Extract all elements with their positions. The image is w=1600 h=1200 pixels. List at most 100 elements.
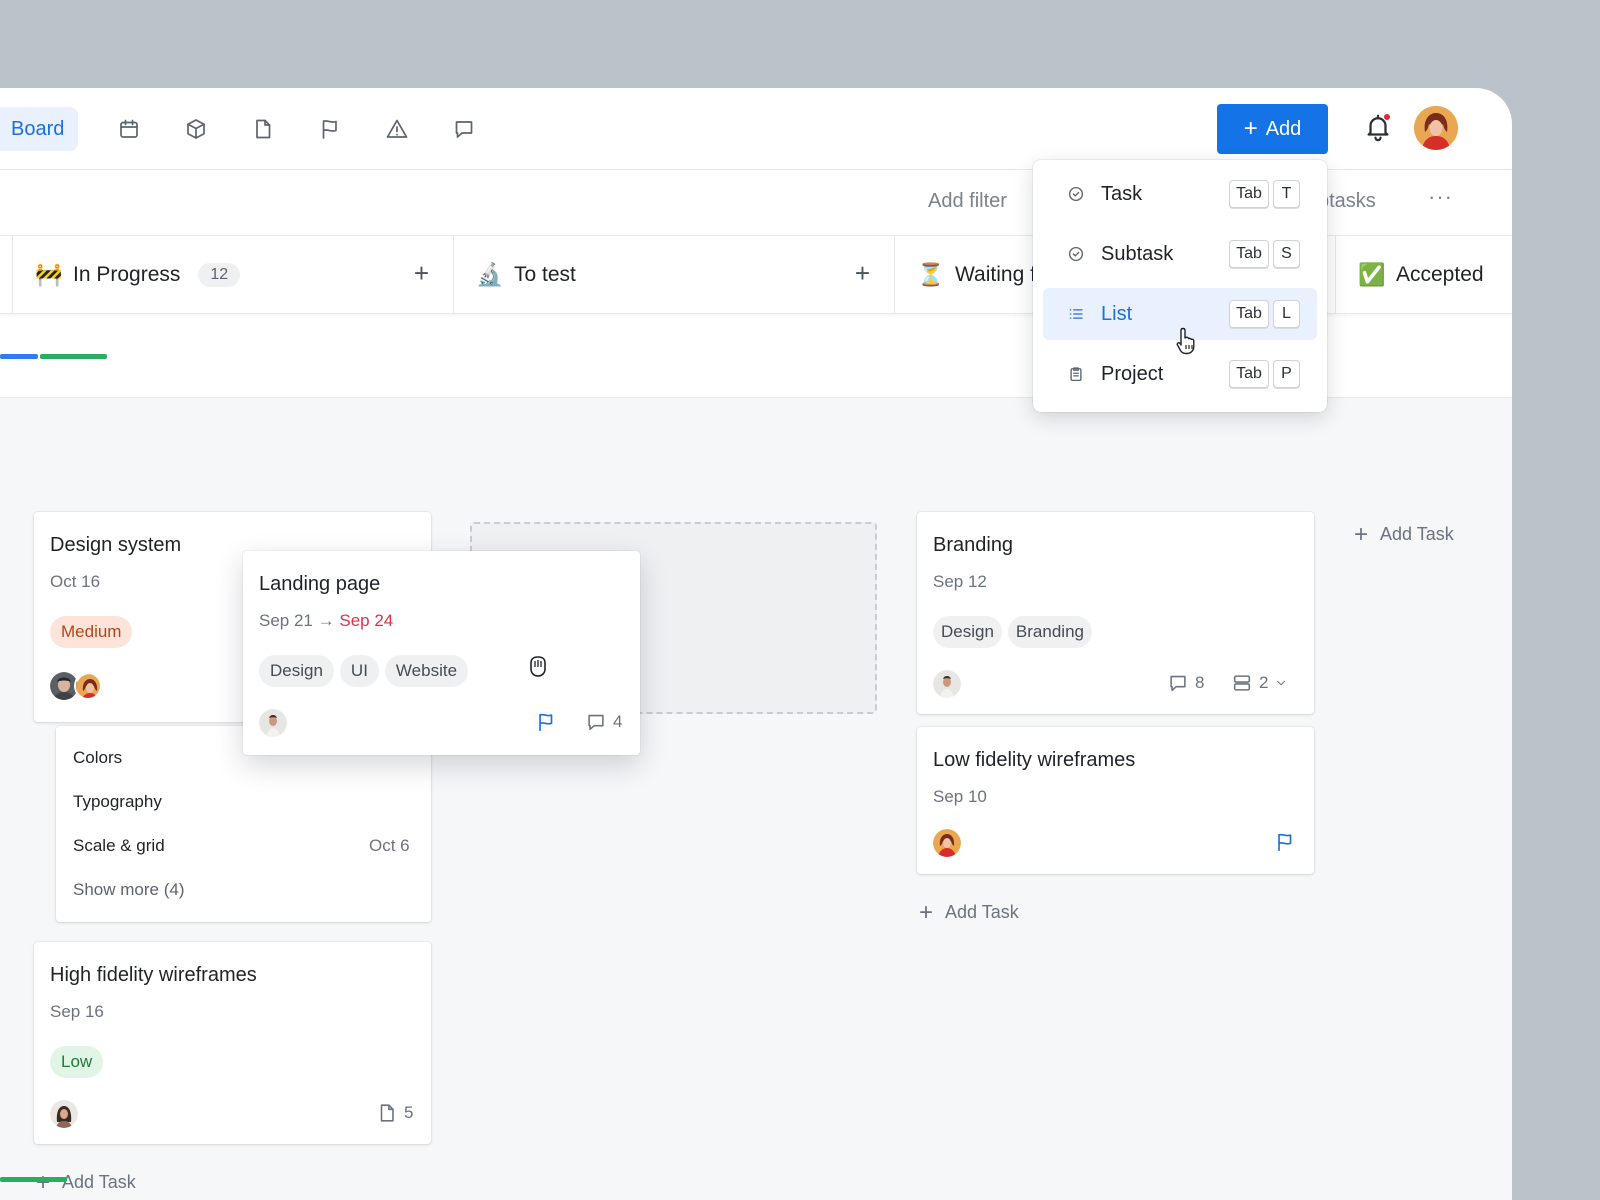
add-task-button-waiting[interactable]: + Add Task [919,898,1019,926]
flag-icon[interactable] [315,114,345,144]
add-task-label: Add Task [1380,524,1454,544]
hourglass-icon: ⏳ [917,262,945,287]
tag[interactable]: Branding [1007,616,1092,648]
task-card-landing-page-dragging[interactable]: Landing page Sep 21 → Sep 24 Design UI Web… [243,551,640,755]
menu-item-subtask[interactable]: Subtask Tab S [1043,228,1317,280]
shortcut-key: S [1273,240,1300,268]
arrow-right-icon: → [317,611,335,630]
comments-count[interactable]: 4 [585,711,622,733]
task-card-branding[interactable]: Branding Sep 12 Design Branding 8 2 [917,512,1314,714]
avatar[interactable] [933,829,961,857]
subtask-item[interactable]: Scale & grid [73,836,165,856]
calendar-icon[interactable] [114,114,144,144]
shortcut-key: T [1273,180,1300,208]
add-to-column-button[interactable]: + [414,260,429,286]
task-card-low-fidelity[interactable]: Low fidelity wireframes Sep 10 [917,727,1314,874]
more-options-icon[interactable]: ··· [1428,184,1453,210]
subtask-list: Colors Typography Scale & grid Oct 6 Sho… [56,726,431,922]
comment-icon [588,714,604,731]
column-header-to-test[interactable]: 🔬 To test + [453,236,894,314]
progress-bar-done [0,1177,67,1182]
comments-count[interactable]: 8 [1167,672,1204,694]
task-card-high-fidelity[interactable]: High fidelity wireframes Sep 16 Low 5 [34,942,431,1144]
avatar[interactable] [933,670,961,698]
subtask-item[interactable]: Typography [73,792,162,812]
card-date-range: Sep 21 → Sep 24 [259,611,393,631]
card-tags: Design UI Website [259,655,474,687]
avatar[interactable] [74,672,102,700]
subtask-item[interactable]: Colors [73,748,122,768]
chevron-down-icon [1277,680,1286,686]
box-icon[interactable] [181,114,211,144]
column-title: In Progress [73,263,181,286]
tag[interactable]: Website [384,655,469,687]
flag-icon[interactable] [535,711,557,738]
shortcut-key: Tab [1229,180,1269,208]
menu-item-project[interactable]: Project Tab P [1043,348,1317,400]
user-avatar[interactable] [1414,106,1458,150]
comment-icon[interactable] [449,114,479,144]
column-title: Accepted [1396,263,1484,286]
card-title: High fidelity wireframes [50,964,257,986]
tag[interactable]: Design [933,616,1002,648]
tag[interactable]: Design [259,655,334,687]
tag[interactable]: UI [339,655,379,687]
list-icon [1066,304,1086,324]
add-filter-button[interactable]: Add filter [928,190,1007,213]
grab-cursor-icon [530,656,546,677]
shortcut-key: Tab [1229,360,1269,388]
card-title: Branding [933,534,1014,556]
card-title: Low fidelity wireframes [933,749,1136,771]
add-task-label: Add Task [945,902,1019,922]
card-tags: Medium [50,616,138,648]
shortcut-key: L [1273,300,1300,328]
notification-badge [1383,113,1391,121]
attachments-count[interactable]: 5 [376,1102,413,1124]
plus-icon: + [1354,520,1369,548]
notifications-bell-icon[interactable] [1363,112,1393,144]
check-circle-icon [1066,184,1086,204]
view-tab-board-label: Board [11,117,65,140]
column-header-in-progress[interactable]: 🚧 In Progress 12 + [12,236,453,314]
add-button[interactable]: + Add [1217,104,1328,154]
attachments-count-value: 5 [404,1103,414,1122]
add-to-column-button[interactable]: + [855,260,870,286]
subtasks-toggle[interactable]: 2 [1231,672,1288,694]
column-title: To test [514,263,576,286]
add-task-button-accepted[interactable]: + Add Task [1354,520,1454,548]
show-more-link[interactable]: Show more (4) [73,880,184,900]
plus-icon: + [1243,115,1258,142]
comments-count-value: 4 [613,712,623,731]
document-icon[interactable] [248,114,278,144]
document-icon [380,1104,394,1122]
card-date: Sep 16 [50,1002,104,1021]
menu-item-label: Subtask [1101,242,1174,265]
comments-count-value: 8 [1195,673,1205,692]
add-task-label: Add Task [62,1172,136,1192]
subtask-date: Oct 6 [369,836,410,855]
check-circle-icon [1066,244,1086,264]
card-date: Sep 12 [933,572,987,591]
menu-item-task[interactable]: Task Tab T [1043,168,1317,220]
menu-item-label: List [1101,302,1133,325]
add-task-button-in-progress[interactable]: + Add Task [36,1170,136,1194]
plus-icon: + [919,898,934,926]
subtasks-count-value: 2 [1259,673,1269,692]
add-dropdown-menu: Task Tab T Subtask Tab S List Tab L Proj… [1033,160,1327,412]
priority-tag[interactable]: Low [50,1046,104,1078]
clipboard-icon [1066,364,1086,384]
card-date: Sep 10 [933,787,987,806]
column-header-accepted[interactable]: ✅ Accepted [1335,236,1512,314]
avatar[interactable] [50,1100,78,1128]
view-tab-board[interactable]: Board [0,107,78,151]
card-tags: Low [50,1046,109,1078]
subtasks-icon [1233,675,1251,691]
avatar[interactable] [259,709,287,737]
card-date: Oct 16 [50,572,101,591]
card-tags: Design Branding [933,616,1098,648]
flag-icon[interactable] [1274,831,1296,858]
priority-tag[interactable]: Medium [50,616,133,648]
menu-item-label: Project [1101,362,1164,385]
kanban-board: Design system Oct 16 Medium Colors Typog… [0,398,1512,1200]
warning-icon[interactable] [382,114,412,144]
